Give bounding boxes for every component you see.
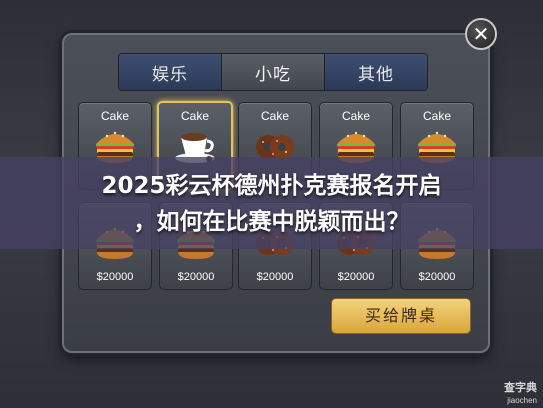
watermark-logo: 查字典 [504,381,537,394]
tab-other[interactable]: 其他 [325,54,427,90]
item-name: Cake [341,109,370,123]
item-price: $20000 [337,271,375,283]
tab-entertainment[interactable]: 娱乐 [119,54,222,90]
headline-line-1: 2025彩云杯德州扑克赛报名开启 [101,173,442,199]
close-icon[interactable]: ✕ [465,18,497,50]
item-price: $20000 [177,271,215,283]
item-name: Cake [100,109,129,123]
item-price: $20000 [256,271,294,283]
tab-snacks[interactable]: 小吃 [222,54,325,90]
buy-for-table-button[interactable]: 买给牌桌 [331,298,471,334]
category-tabs: 娱乐 小吃 其他 [118,53,428,91]
item-price: $20000 [418,271,456,283]
item-price: $20000 [96,271,134,283]
watermark-url: jiaochen [507,396,537,405]
item-name: Cake [422,109,451,123]
headline-line-2: ，如何在比赛中脱颖而出？ [133,209,410,235]
item-name: Cake [260,109,289,123]
item-name: Cake [180,109,209,123]
